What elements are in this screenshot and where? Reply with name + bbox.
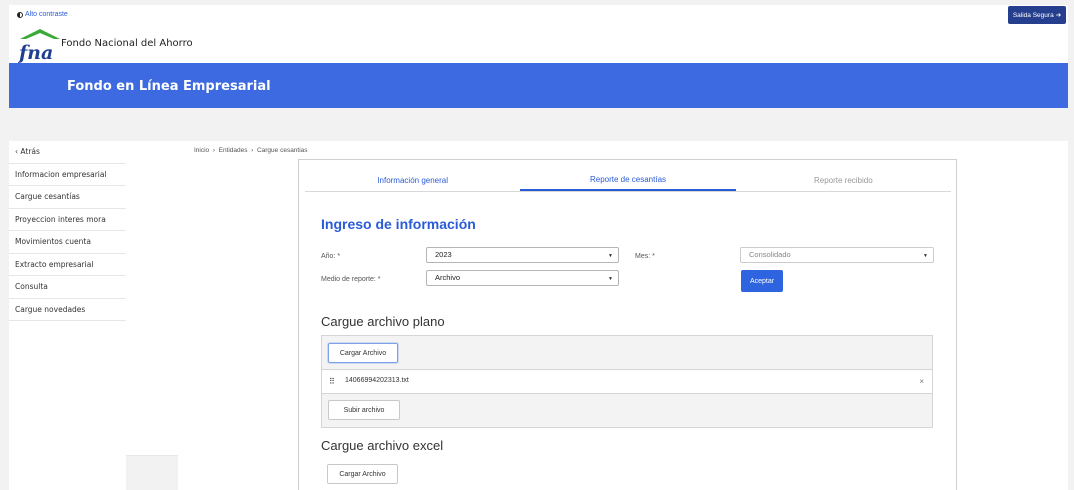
fna-logo: fna [18, 29, 60, 63]
uploader-header: Cargar Archivo [322, 336, 932, 370]
high-contrast-label: Alto contraste [25, 11, 68, 18]
tab-bar: Información general Reporte de cesantías… [305, 169, 951, 192]
plain-file-title: Cargue archivo plano [321, 314, 445, 329]
file-row: ⠿ 14066994202313.txt × [322, 370, 932, 394]
sidebar-item-company-info[interactable]: Informacion empresarial [9, 164, 126, 186]
sidebar-item-account-movements[interactable]: Movimientos cuenta [9, 231, 126, 254]
load-plain-file-button[interactable]: Cargar Archivo [328, 343, 398, 363]
month-label: Mes: * [635, 253, 655, 260]
chevron-down-icon: ▼ [923, 253, 928, 259]
file-name: 14066994202313.txt [345, 377, 409, 384]
sidebar-item-severance-upload[interactable]: Cargue cesantías [9, 186, 126, 209]
plain-file-uploader: Cargar Archivo ⠿ 14066994202313.txt × Su… [321, 335, 933, 428]
exit-icon: ➔ [1055, 12, 1062, 19]
excel-file-title: Cargue archivo excel [321, 438, 444, 453]
sidebar-item-news-upload[interactable]: Cargue novedades [9, 299, 126, 321]
breadcrumb-home[interactable]: Inicio [194, 147, 209, 154]
contrast-icon [17, 11, 23, 18]
svg-text:fna: fna [18, 42, 53, 63]
high-contrast-toggle[interactable]: Alto contraste [17, 11, 68, 18]
accept-button[interactable]: Aceptar [741, 270, 783, 292]
report-medium-value: Archivo [435, 273, 461, 282]
month-value: Consolidado [749, 250, 791, 259]
banner-title: Fondo en Línea Empresarial [67, 79, 271, 94]
breadcrumb-separator: › [212, 147, 215, 154]
month-select[interactable]: Consolidado ▼ [740, 247, 934, 263]
year-select[interactable]: 2023 ▼ [426, 247, 619, 263]
upload-file-button[interactable]: Subir archivo [328, 400, 400, 420]
tab-received-report[interactable]: Reporte recibido [736, 169, 951, 191]
tab-general-info[interactable]: Información general [305, 169, 520, 191]
brand-name: Fondo Nacional del Ahorro [61, 38, 193, 49]
breadcrumb-separator: › [251, 147, 254, 154]
close-icon[interactable]: × [919, 377, 924, 386]
uploader-footer: Subir archivo [322, 394, 932, 427]
year-label: Año: * [321, 253, 341, 260]
tab-severance-report[interactable]: Reporte de cesantías [520, 169, 736, 191]
logout-button[interactable]: Salida Segura ➔ [1008, 6, 1066, 24]
sidebar: ‹ Atrás Informacion empresarial Cargue c… [9, 141, 126, 490]
form-title: Ingreso de información [321, 216, 476, 232]
sidebar-item-query[interactable]: Consulta [9, 276, 126, 299]
sidebar-item-back[interactable]: ‹ Atrás [9, 141, 126, 164]
chevron-down-icon: ▼ [608, 253, 613, 259]
report-medium-select[interactable]: Archivo ▼ [426, 270, 619, 286]
top-bar: Alto contraste Salida Segura ➔ fna Fondo… [9, 5, 1068, 63]
page-banner: Fondo en Línea Empresarial [9, 63, 1068, 108]
load-excel-file-button[interactable]: Cargar Archivo [327, 464, 398, 484]
report-card: Información general Reporte de cesantías… [298, 159, 957, 490]
chevron-down-icon: ▼ [608, 276, 613, 282]
breadcrumb-current: Cargue cesantias [256, 147, 308, 154]
year-value: 2023 [435, 250, 452, 259]
breadcrumb-entities[interactable]: Entidades [219, 147, 248, 154]
logout-label: Salida Segura [1012, 11, 1054, 19]
breadcrumb: Inicio › Entidades › Cargue cesantias [194, 147, 308, 154]
file-icon: ⠿ [329, 377, 335, 386]
sidebar-item-interest-projection[interactable]: Proyeccion interes mora [9, 209, 126, 231]
sidebar-item-statement[interactable]: Extracto empresarial [9, 254, 126, 276]
content-gutter [126, 141, 178, 456]
report-medium-label: Medio de reporte: * [321, 276, 381, 283]
